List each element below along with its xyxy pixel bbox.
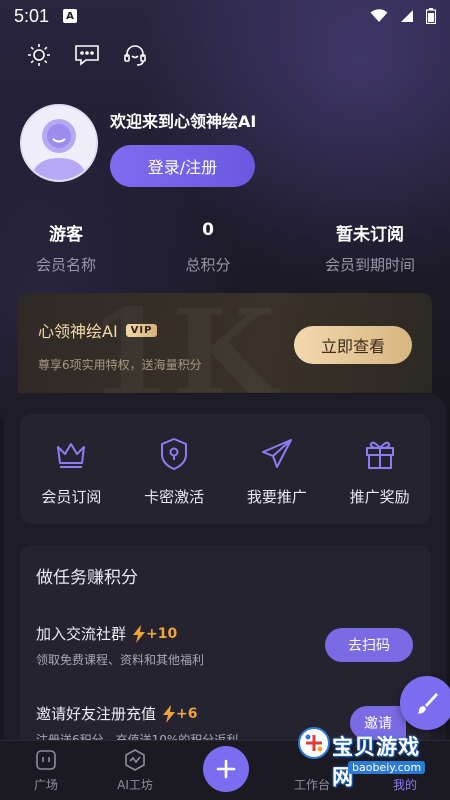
quick-actions-card: 会员订阅 卡密激活 我要推广 推广奖励 (20, 414, 431, 524)
quick-action-activate-card[interactable]: 卡密激活 (123, 414, 226, 524)
watermark-logo (298, 727, 330, 759)
square-home-icon (33, 747, 59, 773)
task-name: 邀请好友注册充值 (36, 705, 157, 723)
stat-value: 暂未订阅 (336, 225, 404, 245)
quick-action-label: 推广奖励 (349, 488, 410, 506)
plus-icon (216, 759, 236, 779)
quick-action-label: 卡密激活 (144, 488, 205, 506)
crown-icon (53, 436, 89, 472)
lightning-icon (163, 704, 176, 723)
vip-decoration: 1K (88, 293, 276, 393)
message-icon[interactable] (74, 42, 100, 68)
task-bonus-value: +6 (176, 705, 198, 722)
stat-label: 会员到期时间 (324, 256, 415, 274)
vip-card[interactable]: 1K 心领神绘AI VIP 尊享6项实用特权，送海量积分 立即查看 (18, 293, 432, 393)
stat-label: 会员名称 (35, 256, 96, 274)
watermark-url: baobeiy.com (348, 761, 426, 774)
stat-value: 游客 (49, 225, 83, 245)
battery-icon (426, 8, 436, 24)
create-plus-button[interactable] (203, 746, 249, 792)
task-bonus: +6 (162, 704, 198, 723)
view-now-button[interactable]: 立即查看 (294, 326, 412, 364)
quick-action-subscribe[interactable]: 会员订阅 (20, 414, 123, 524)
floating-brush-button[interactable] (400, 676, 450, 730)
brush-icon (417, 693, 438, 714)
task-bonus-value: +10 (146, 625, 178, 642)
scan-code-button[interactable]: 去扫码 (325, 628, 413, 662)
quick-action-label: 我要推广 (246, 488, 307, 506)
vip-badge: VIP (125, 323, 158, 337)
stat-total-points: 0 总积分 (133, 220, 283, 275)
status-a-icon: A (63, 9, 78, 23)
quick-action-label: 会员订阅 (41, 488, 102, 506)
stat-value: 0 (202, 220, 214, 240)
vip-description: 尊享6项实用特权，送海量积分 (38, 358, 202, 372)
signal-icon (401, 10, 413, 22)
avatar[interactable] (20, 104, 98, 182)
top-toolbar (26, 42, 148, 68)
tasks-title: 做任务赚积分 (36, 568, 138, 588)
lightning-icon (133, 624, 146, 643)
nav-ai-workshop[interactable]: AI工坊 (95, 747, 175, 793)
welcome-text: 欢迎来到心领神绘AI (110, 112, 257, 131)
nav-label: AI工坊 (117, 778, 153, 792)
stat-label: 总积分 (185, 256, 231, 274)
task-bonus: +10 (132, 624, 178, 643)
shield-icon (156, 436, 192, 472)
vip-title-row: 心领神绘AI VIP (38, 318, 158, 342)
stat-member-name: 游客 会员名称 (0, 220, 141, 275)
status-indicators (370, 8, 436, 24)
login-register-button[interactable]: 登录/注册 (110, 145, 255, 187)
quick-action-rewards[interactable]: 推广奖励 (328, 414, 431, 524)
paper-plane-icon (259, 436, 295, 472)
task-name: 加入交流社群 (36, 625, 127, 643)
quick-action-promote[interactable]: 我要推广 (226, 414, 329, 524)
vip-title: 心领神绘AI (38, 322, 118, 341)
ai-workshop-icon (122, 747, 148, 773)
task-item-join-group: 加入交流社群 +10 领取免费课程、资料和其他福利 去扫码 (36, 623, 416, 668)
nav-label: 广场 (33, 778, 58, 792)
nav-square[interactable]: 广场 (6, 747, 86, 793)
status-bar: 5:01 A (0, 0, 450, 32)
stat-expiry: 暂未订阅 会员到期时间 (295, 220, 445, 275)
status-time: 5:01 (14, 5, 50, 26)
customer-service-icon[interactable] (122, 42, 148, 68)
theme-sun-icon[interactable] (26, 42, 52, 68)
watermark: 宝贝游戏网 baobeiy.com (296, 727, 426, 789)
wifi-icon (370, 9, 388, 22)
gift-icon (362, 436, 398, 472)
